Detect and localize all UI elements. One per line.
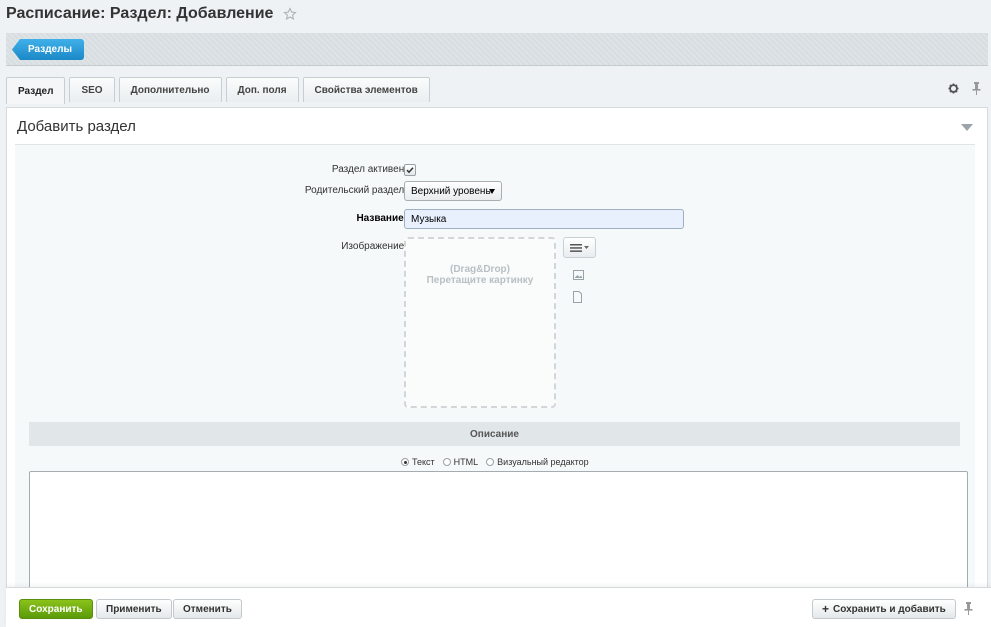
radio-visual-editor[interactable]: Визуальный редактор <box>486 457 589 467</box>
tab-additional[interactable]: Дополнительно <box>118 77 222 102</box>
tab-seo[interactable]: SEO <box>69 77 115 102</box>
parent-section-label: Родительский раздел: <box>304 185 407 196</box>
name-input-value: Музыка <box>411 213 447 225</box>
radio-dot <box>486 458 495 466</box>
image-label: Изображение: <box>341 241 407 252</box>
menu-lines-icon <box>570 243 582 252</box>
checkmark-icon <box>406 167 414 174</box>
radio-html[interactable]: HTML <box>442 457 479 467</box>
tab-tools <box>948 82 981 95</box>
tab-strip: Раздел SEO Дополнительно Доп. поля Свойс… <box>6 77 434 104</box>
radio-text-label: Текст <box>412 457 435 467</box>
radio-html-label: HTML <box>453 457 479 467</box>
chevron-down-icon <box>584 246 589 249</box>
tab-element-properties[interactable]: Свойства элементов <box>302 77 430 102</box>
radio-dot <box>401 458 409 466</box>
dropzone-hint-2: Перетащите картинку <box>426 275 534 286</box>
panel-header: Добавить раздел <box>7 108 987 144</box>
collapse-arrow-icon[interactable] <box>961 124 973 131</box>
main-panel: Добавить раздел Раздел активен: Родитель… <box>6 107 988 627</box>
save-and-add-label: Сохранить и добавить <box>833 603 946 615</box>
name-input[interactable]: Музыка <box>404 209 684 229</box>
apply-button[interactable]: Применить <box>96 599 172 619</box>
panel-title: Добавить раздел <box>17 117 136 135</box>
page-title: Расписание: Раздел: Добавление <box>6 5 274 22</box>
image-icon[interactable] <box>573 270 584 280</box>
footer-toolbar: Сохранить Применить Отменить + Сохранить… <box>6 587 991 627</box>
name-label: Название: <box>356 213 407 224</box>
save-button[interactable]: Сохранить <box>19 599 93 619</box>
sections-back-button[interactable]: Разделы <box>12 39 84 60</box>
image-menu-button[interactable] <box>563 237 596 258</box>
radio-dot <box>442 458 451 466</box>
active-checkbox[interactable] <box>404 164 416 176</box>
parent-section-select[interactable]: Верхний уровень <box>404 181 502 201</box>
dropzone-hint-1: (Drag&Drop) <box>450 264 510 275</box>
cancel-button[interactable]: Отменить <box>173 599 242 619</box>
star-icon[interactable] <box>283 7 298 21</box>
context-toolbar: Разделы <box>6 33 988 66</box>
dropdown-arrow-icon <box>489 189 495 194</box>
file-icon[interactable] <box>573 291 582 303</box>
save-and-add-button[interactable]: + Сохранить и добавить <box>812 599 956 619</box>
plus-icon: + <box>822 602 830 616</box>
tab-section[interactable]: Раздел <box>6 77 66 104</box>
image-dropzone[interactable]: (Drag&Drop) Перетащите картинку <box>404 237 556 408</box>
page-title-area: Расписание: Раздел: Добавление <box>6 3 298 25</box>
radio-text[interactable]: Текст <box>401 457 435 467</box>
description-section-title: Описание <box>29 422 960 446</box>
active-label: Раздел активен: <box>331 164 407 175</box>
description-type-radios: Текст HTML Визуальный редактор <box>401 457 597 467</box>
gear-icon[interactable] <box>948 83 959 94</box>
form-area: Раздел активен: Родительский раздел: Вер… <box>15 144 975 627</box>
radio-visual-label: Визуальный редактор <box>497 457 589 467</box>
parent-section-value: Верхний уровень <box>411 185 491 197</box>
pin-icon[interactable] <box>964 602 973 615</box>
pin-icon[interactable] <box>972 82 981 95</box>
tab-extra-fields[interactable]: Доп. поля <box>225 77 299 102</box>
